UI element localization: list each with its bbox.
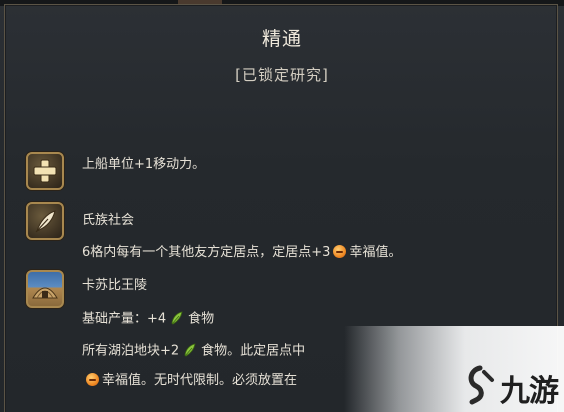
plus-icon <box>26 152 64 190</box>
last-line: 幸福值。无时代限制。必须放置在 <box>82 373 297 389</box>
tooltip-panel: 精通 [已锁定研究] 上船单位+1移动力。 氏族社会 6格内每有一个其他友方定居… <box>0 0 564 412</box>
tomb-icon <box>26 270 64 308</box>
move-bonus-text: 上船单位+1移动力。 <box>82 157 206 172</box>
base-yield: 基础产量：+4 食物 <box>82 310 214 328</box>
clan-description: 6格内每有一个其他友方定居点，定居点+3 幸福值。 <box>82 245 401 261</box>
lake-bonus: 所有湖泊地块+2 食物。此定居点中 <box>82 342 305 360</box>
food-icon <box>184 343 196 357</box>
happiness-icon <box>86 373 99 386</box>
clan-desc-after: 幸福值。 <box>349 245 402 260</box>
last-after: 幸福值。无时代限制。必须放置在 <box>102 373 298 388</box>
lake-after: 食物。此定居点中 <box>201 343 306 359</box>
happiness-icon <box>333 245 347 258</box>
tomb-title: 卡苏比王陵 <box>82 278 148 293</box>
lake-before: 所有湖泊地块+2 <box>82 343 180 359</box>
tooltip-title: 精通 <box>261 28 302 50</box>
base-yield-before: 基础产量：+4 <box>82 311 167 327</box>
clan-desc-before: 6格内每有一个其他友方定居点，定居点+3 <box>82 245 331 260</box>
base-yield-after: 食物 <box>188 311 215 327</box>
watermark-text: 九游 <box>500 374 559 409</box>
clan-title: 氏族社会 <box>82 213 135 228</box>
food-icon <box>171 311 183 325</box>
tooltip-subtitle: [已锁定研究] <box>235 66 329 84</box>
feather-icon <box>26 202 64 240</box>
